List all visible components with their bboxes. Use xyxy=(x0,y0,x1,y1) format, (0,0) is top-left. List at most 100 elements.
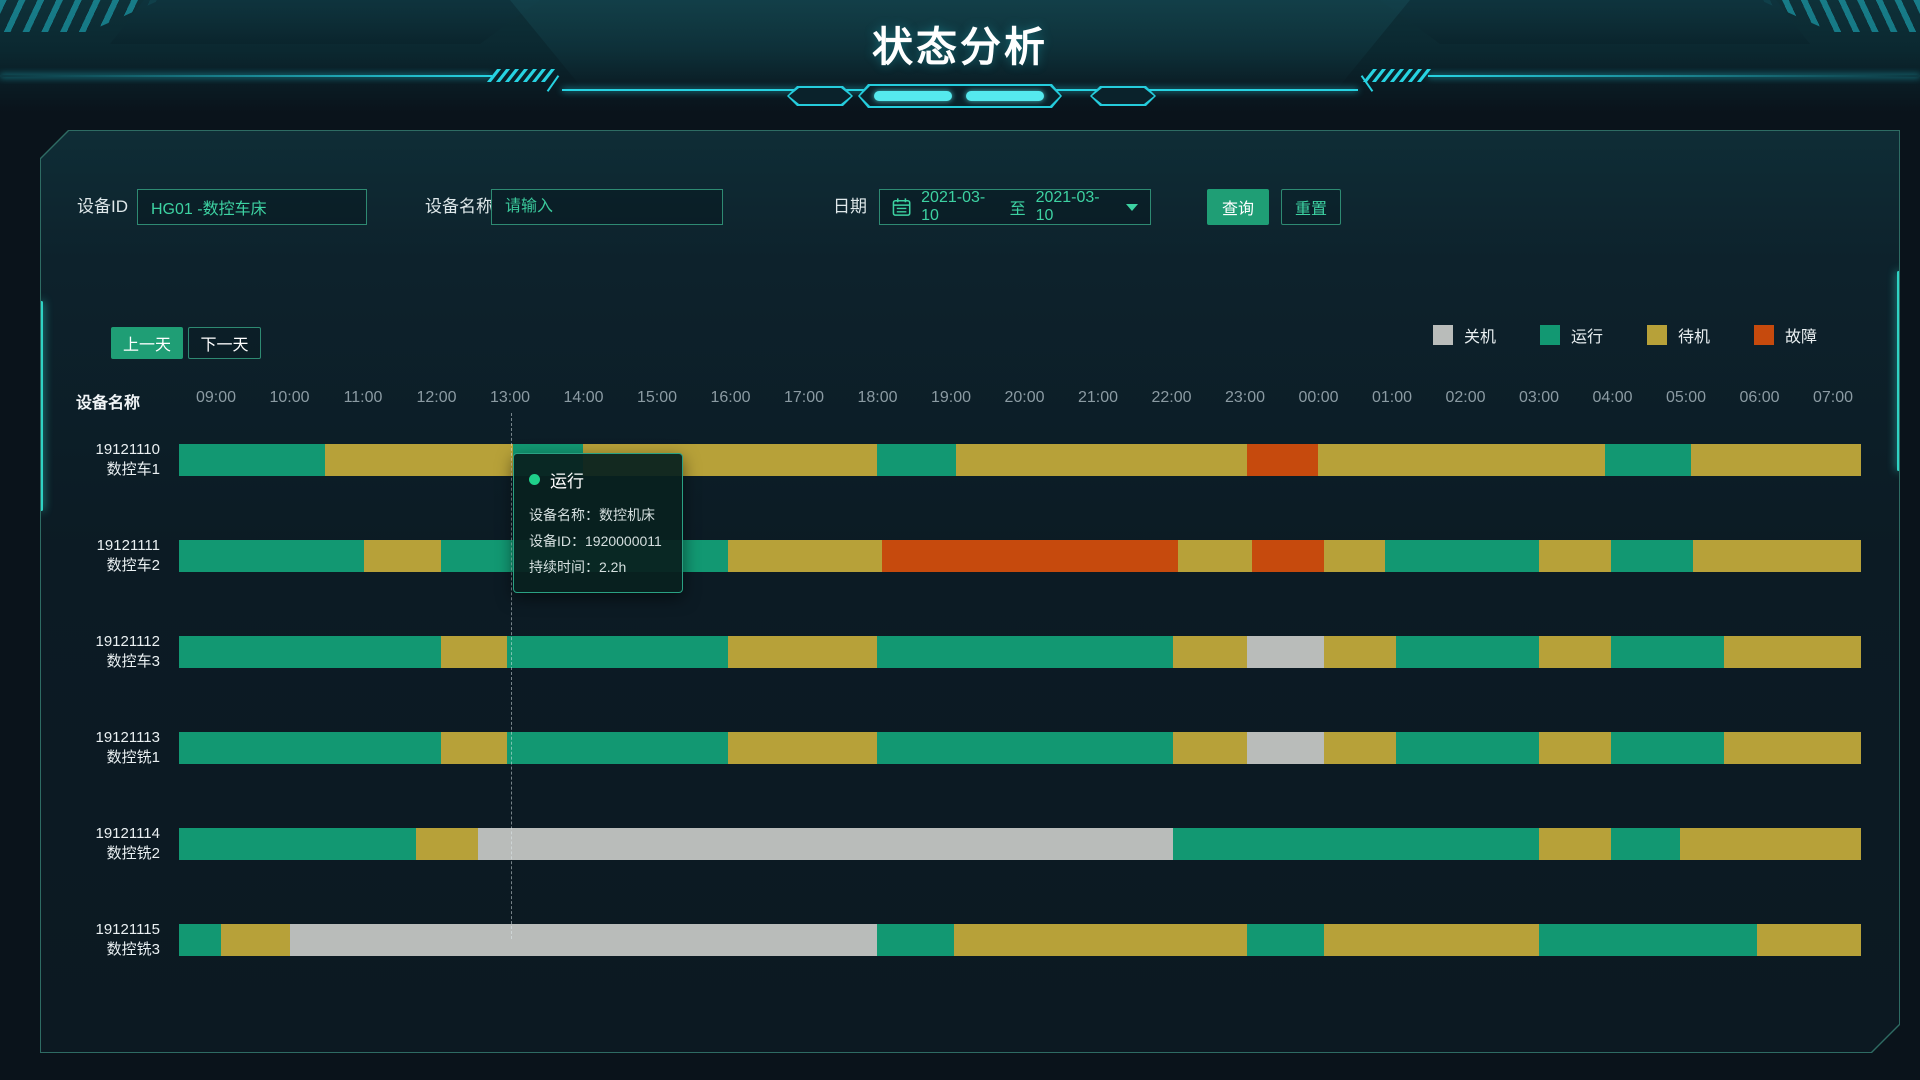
status-segment-standby[interactable] xyxy=(1757,924,1861,956)
status-segment-fault[interactable] xyxy=(1247,444,1318,476)
status-segment-standby[interactable] xyxy=(1724,636,1861,668)
status-segment-off[interactable] xyxy=(1247,732,1324,764)
status-segment-standby[interactable] xyxy=(1539,732,1611,764)
tooltip-title: 运行 xyxy=(529,467,667,492)
status-segment-standby[interactable] xyxy=(1324,924,1539,956)
device-column-header: 设备名称 xyxy=(76,389,140,413)
status-segment-run[interactable] xyxy=(1539,924,1757,956)
status-segment-standby[interactable] xyxy=(1324,540,1385,572)
status-segment-standby[interactable] xyxy=(221,924,290,956)
time-tick: 07:00 xyxy=(1813,389,1853,407)
main-panel: 设备ID 设备名称 日期 2021-03-10 至 2021-03-10 查询 … xyxy=(40,130,1900,1053)
device-name: 数控车2 xyxy=(41,556,160,576)
status-bar[interactable] xyxy=(179,444,1861,476)
status-segment-fault[interactable] xyxy=(882,540,1178,572)
status-segment-run[interactable] xyxy=(1396,732,1539,764)
status-segment-standby[interactable] xyxy=(1178,540,1252,572)
device-id: 19121112 xyxy=(41,632,160,652)
status-segment-run[interactable] xyxy=(1611,540,1693,572)
status-segment-run[interactable] xyxy=(179,828,416,860)
status-segment-run[interactable] xyxy=(877,444,956,476)
time-tick: 22:00 xyxy=(1151,389,1191,407)
status-segment-standby[interactable] xyxy=(1173,732,1247,764)
status-segment-run[interactable] xyxy=(179,924,221,956)
device-label: 19121114数控铣2 xyxy=(41,824,160,864)
status-segment-run[interactable] xyxy=(1173,828,1539,860)
time-tick: 01:00 xyxy=(1372,389,1412,407)
status-segment-standby[interactable] xyxy=(1324,636,1396,668)
time-tick: 14:00 xyxy=(563,389,603,407)
device-name: 数控铣3 xyxy=(41,940,160,960)
status-bar[interactable] xyxy=(179,636,1861,668)
time-tick: 15:00 xyxy=(637,389,677,407)
status-segment-standby[interactable] xyxy=(1173,636,1247,668)
status-segment-off[interactable] xyxy=(478,828,1173,860)
device-label: 19121115数控铣3 xyxy=(41,920,160,960)
status-segment-standby[interactable] xyxy=(364,540,441,572)
status-segment-run[interactable] xyxy=(1611,732,1724,764)
cursor-dashed-line xyxy=(511,413,512,939)
status-segment-off[interactable] xyxy=(290,924,877,956)
status-segment-standby[interactable] xyxy=(956,444,1247,476)
status-segment-standby[interactable] xyxy=(1693,540,1861,572)
status-segment-standby[interactable] xyxy=(954,924,1247,956)
tooltip-row: 设备名称：数控机床 xyxy=(529,502,667,528)
status-segment-standby[interactable] xyxy=(1318,444,1605,476)
device-id: 19121115 xyxy=(41,920,160,940)
slash-marks-left xyxy=(492,69,550,82)
status-segment-run[interactable] xyxy=(1611,828,1680,860)
status-segment-run[interactable] xyxy=(1605,444,1691,476)
status-bar[interactable] xyxy=(179,828,1861,860)
status-segment-standby[interactable] xyxy=(1539,636,1611,668)
status-segment-standby[interactable] xyxy=(1691,444,1861,476)
status-segment-run[interactable] xyxy=(179,636,441,668)
device-name: 数控车1 xyxy=(41,460,160,480)
slash-marks-right xyxy=(1368,69,1426,82)
time-tick: 19:00 xyxy=(931,389,971,407)
status-segment-off[interactable] xyxy=(1247,636,1324,668)
status-segment-standby[interactable] xyxy=(416,828,478,860)
status-segment-standby[interactable] xyxy=(1680,828,1861,860)
status-segment-run[interactable] xyxy=(507,732,728,764)
device-name: 数控铣1 xyxy=(41,748,160,768)
status-segment-standby[interactable] xyxy=(325,444,513,476)
status-segment-standby[interactable] xyxy=(1539,828,1611,860)
status-bar[interactable] xyxy=(179,924,1861,956)
tooltip-row: 持续时间：2.2h xyxy=(529,554,667,580)
status-segment-run[interactable] xyxy=(179,540,364,572)
status-segment-run[interactable] xyxy=(877,732,1173,764)
status-bar[interactable] xyxy=(179,540,1861,572)
tooltip: 运行 设备名称：数控机床设备ID：1920000011持续时间：2.2h xyxy=(513,453,683,593)
status-segment-run[interactable] xyxy=(1385,540,1539,572)
status-segment-standby[interactable] xyxy=(1724,732,1861,764)
page-header: 状态分析 xyxy=(0,0,1920,112)
status-segment-run[interactable] xyxy=(179,732,441,764)
status-segment-run[interactable] xyxy=(1396,636,1539,668)
time-tick: 06:00 xyxy=(1739,389,1779,407)
status-bar[interactable] xyxy=(179,732,1861,764)
status-segment-run[interactable] xyxy=(1611,636,1724,668)
time-tick: 20:00 xyxy=(1004,389,1044,407)
status-segment-fault[interactable] xyxy=(1252,540,1324,572)
status-segment-standby[interactable] xyxy=(1539,540,1611,572)
device-id: 19121114 xyxy=(41,824,160,844)
status-segment-run[interactable] xyxy=(507,636,728,668)
status-segment-standby[interactable] xyxy=(728,540,882,572)
status-segment-standby[interactable] xyxy=(441,732,507,764)
tooltip-rows: 设备名称：数控机床设备ID：1920000011持续时间：2.2h xyxy=(529,502,667,580)
status-segment-run[interactable] xyxy=(877,924,954,956)
status-segment-run[interactable] xyxy=(877,636,1173,668)
status-segment-standby[interactable] xyxy=(441,636,507,668)
time-tick: 13:00 xyxy=(490,389,530,407)
status-segment-run[interactable] xyxy=(179,444,325,476)
device-id: 19121111 xyxy=(41,536,160,556)
page-title: 状态分析 xyxy=(0,13,1920,73)
status-segment-standby[interactable] xyxy=(1324,732,1396,764)
header-line-right xyxy=(1428,75,1920,77)
device-name: 数控铣2 xyxy=(41,844,160,864)
time-tick: 05:00 xyxy=(1666,389,1706,407)
status-segment-standby[interactable] xyxy=(728,732,877,764)
hex-capsule-left xyxy=(787,86,853,106)
status-segment-standby[interactable] xyxy=(728,636,877,668)
status-segment-run[interactable] xyxy=(1247,924,1324,956)
